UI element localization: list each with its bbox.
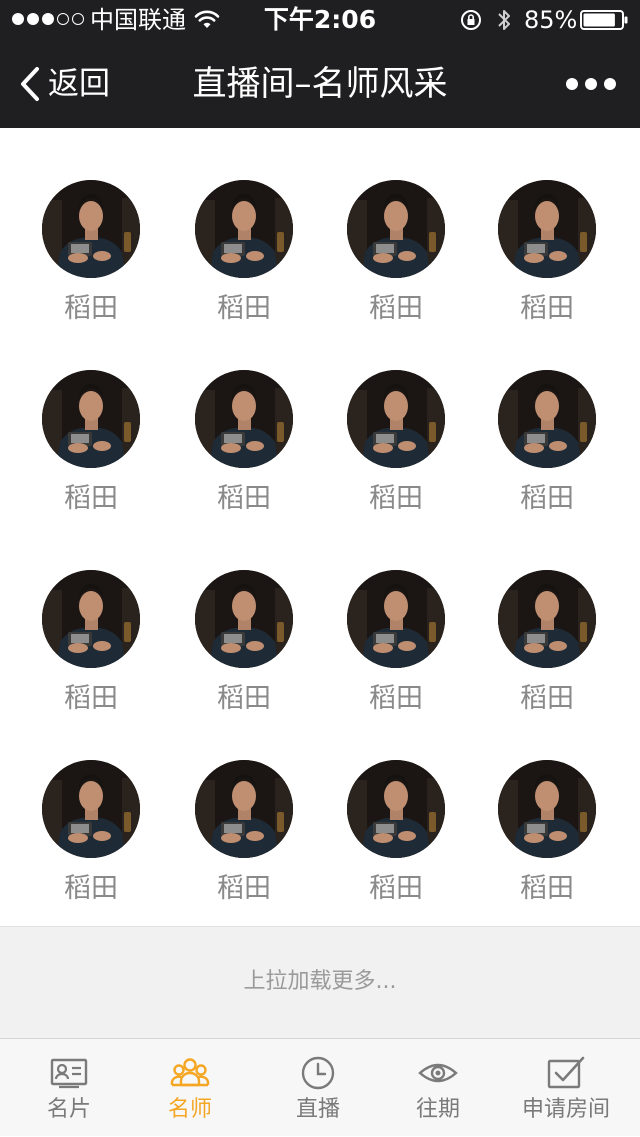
id-card-icon	[50, 1058, 88, 1089]
teacher-row: 稻田 稻田 稻田 稻田	[0, 180, 640, 340]
teacher-item[interactable]: 稻田	[472, 370, 622, 520]
clock-icon	[301, 1056, 335, 1090]
teacher-photo	[42, 180, 140, 278]
teacher-photo	[195, 180, 293, 278]
battery-icon	[580, 10, 628, 30]
teacher-item[interactable]: 稻田	[16, 760, 166, 910]
teacher-name: 稻田	[520, 293, 574, 324]
avatar	[498, 760, 596, 858]
teacher-item[interactable]: 稻田	[472, 180, 622, 330]
avatar	[347, 760, 445, 858]
teacher-photo	[498, 180, 596, 278]
battery-percent: 85%	[524, 6, 578, 34]
avatar	[498, 570, 596, 668]
bluetooth-icon	[498, 10, 510, 30]
teacher-row: 稻田 稻田 稻田 稻田	[0, 760, 640, 920]
avatar	[42, 760, 140, 858]
status-bar: 中国联通 下午2:06 85%	[0, 0, 640, 40]
avatar	[347, 370, 445, 468]
teacher-photo	[347, 570, 445, 668]
teacher-name: 稻田	[520, 873, 574, 904]
rotation-lock-icon	[461, 10, 481, 30]
avatar	[347, 570, 445, 668]
teacher-name: 稻田	[520, 683, 574, 714]
teacher-row: 稻田 稻田 稻田 稻田	[0, 570, 640, 730]
teacher-item[interactable]: 稻田	[16, 370, 166, 520]
teacher-photo	[498, 570, 596, 668]
tab-live[interactable]: 直播	[248, 1039, 388, 1137]
avatar	[195, 570, 293, 668]
avatar	[195, 760, 293, 858]
teacher-name: 稻田	[369, 873, 423, 904]
eye-icon	[418, 1063, 458, 1083]
avatar	[498, 370, 596, 468]
avatar	[195, 180, 293, 278]
teacher-grid: 稻田 稻田 稻田 稻田 稻田 稻田 稻田 稻田 稻田 稻田 稻田 稻田 稻田 稻田 稻田 稻田	[0, 128, 640, 926]
avatar	[498, 180, 596, 278]
teacher-item[interactable]: 稻田	[321, 760, 471, 910]
tab-label: 直播	[295, 1097, 340, 1122]
checkbox-edit-icon	[547, 1056, 585, 1089]
teacher-item[interactable]: 稻田	[321, 370, 471, 520]
teacher-photo	[498, 370, 596, 468]
teacher-item[interactable]: 稻田	[169, 180, 319, 330]
tab-label: 往期	[415, 1097, 460, 1122]
tab-label: 申请房间	[521, 1097, 610, 1122]
ellipsis-icon	[566, 78, 578, 90]
tab-business-card[interactable]: 名片	[0, 1039, 138, 1137]
teacher-name: 稻田	[64, 683, 118, 714]
teacher-photo	[42, 760, 140, 858]
avatar	[42, 180, 140, 278]
teacher-name: 稻田	[217, 873, 271, 904]
header: 中国联通 下午2:06 85% 返回 直播间–名师风采	[0, 0, 640, 128]
avatar	[347, 180, 445, 278]
teacher-photo	[42, 370, 140, 468]
teacher-photo	[195, 760, 293, 858]
avatar	[42, 570, 140, 668]
teacher-photo	[498, 760, 596, 858]
teacher-row: 稻田 稻田 稻田 稻田	[0, 370, 640, 530]
teacher-item[interactable]: 稻田	[321, 180, 471, 330]
avatar	[42, 370, 140, 468]
load-more-text[interactable]: 上拉加载更多...	[0, 967, 640, 997]
teacher-item[interactable]: 稻田	[16, 180, 166, 330]
teacher-photo	[195, 370, 293, 468]
tab-bar: 名片 名师 直播 往期 申请房间	[0, 1038, 640, 1136]
teacher-name: 稻田	[64, 483, 118, 514]
page-title: 直播间–名师风采	[192, 64, 448, 104]
teacher-name: 稻田	[520, 483, 574, 514]
group-icon	[170, 1058, 210, 1087]
teacher-photo	[42, 570, 140, 668]
teacher-photo	[347, 370, 445, 468]
teacher-name: 稻田	[369, 293, 423, 324]
teacher-item[interactable]: 稻田	[169, 370, 319, 520]
teacher-item[interactable]: 稻田	[169, 760, 319, 910]
teacher-item[interactable]: 稻田	[16, 570, 166, 720]
teacher-item[interactable]: 稻田	[472, 760, 622, 910]
load-more-area: 上拉加载更多...	[0, 926, 640, 1038]
tab-label: 名片	[46, 1097, 91, 1122]
avatar	[195, 370, 293, 468]
teacher-name: 稻田	[369, 683, 423, 714]
teacher-name: 稻田	[217, 683, 271, 714]
teacher-name: 稻田	[369, 483, 423, 514]
teacher-item[interactable]: 稻田	[472, 570, 622, 720]
teacher-name: 稻田	[217, 293, 271, 324]
teacher-photo	[347, 180, 445, 278]
teacher-name: 稻田	[217, 483, 271, 514]
tab-apply-room[interactable]: 申请房间	[492, 1039, 640, 1137]
teacher-photo	[195, 570, 293, 668]
teacher-item[interactable]: 稻田	[169, 570, 319, 720]
teacher-name: 稻田	[64, 873, 118, 904]
tab-past[interactable]: 往期	[368, 1039, 508, 1137]
teacher-photo	[347, 760, 445, 858]
navigation-bar: 返回 直播间–名师风采	[0, 40, 640, 128]
tab-teachers[interactable]: 名师	[120, 1039, 260, 1137]
teacher-name: 稻田	[64, 293, 118, 324]
teacher-item[interactable]: 稻田	[321, 570, 471, 720]
tab-label: 名师	[167, 1097, 212, 1122]
more-button[interactable]	[566, 76, 616, 92]
